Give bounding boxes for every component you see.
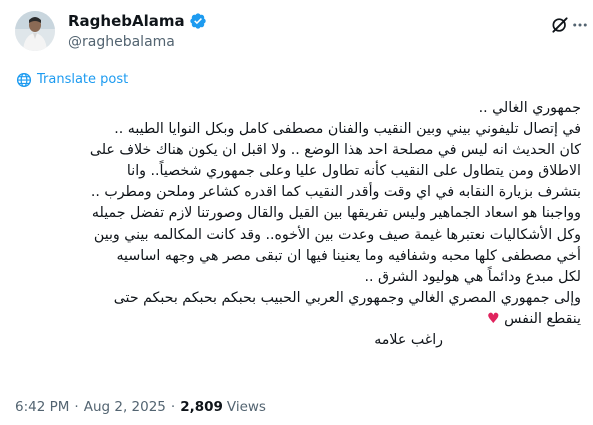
author-handle[interactable]: @raghebalama bbox=[68, 32, 175, 52]
tweet-line: بتشرف بزيارة النقابه في اي وقت وأقدر الن… bbox=[90, 184, 581, 201]
author-display-name[interactable]: RaghebAlama bbox=[68, 11, 185, 31]
post-meta: 6:42 PM · Aug 2, 2025 · 2,809 Views bbox=[15, 397, 266, 417]
tweet-text: جمهوري الغالي .. في إتصال تليفوني بيني و… bbox=[30, 98, 581, 351]
tweet-line: ينقطع النفس bbox=[504, 310, 581, 327]
tweet-line: في إتصال تليفوني بيني وبين النقيب والفنا… bbox=[114, 121, 581, 138]
grok-icon[interactable] bbox=[550, 15, 570, 35]
meta-separator: · bbox=[74, 399, 79, 415]
author-name-row[interactable]: RaghebAlama bbox=[68, 11, 207, 31]
translate-post-label[interactable]: Translate post bbox=[37, 71, 128, 89]
globe-icon bbox=[16, 72, 32, 88]
post-time[interactable]: 6:42 PM bbox=[15, 397, 69, 417]
tweet-line: وواجبنا هو اسعاد الجماهير وليس تفريقها ب… bbox=[91, 205, 581, 222]
tweet-line: وإلى جمهوري المصري الغالي وجمهوري العربي… bbox=[113, 289, 581, 306]
avatar-image bbox=[15, 11, 55, 51]
avatar[interactable] bbox=[15, 11, 55, 51]
meta-separator: · bbox=[170, 399, 176, 415]
tweet-line: لكل مبدع ودائماً هي هوليود الشرق .. bbox=[364, 268, 581, 285]
tweet-line: وكل الأشكاليات نعتبرها غيمة صيف وعدت بين… bbox=[93, 226, 581, 243]
verified-badge-icon bbox=[189, 13, 206, 29]
tweet-line: جمهوري الغالي .. bbox=[478, 100, 581, 116]
more-icon[interactable] bbox=[571, 16, 589, 34]
tweet-line: أخي مصطفى كلها محبه وشفافيه وما يعنينا ف… bbox=[116, 247, 581, 264]
tweet-signature: راغب علامه bbox=[374, 332, 443, 349]
translate-post-link[interactable]: Translate post bbox=[15, 71, 128, 89]
tweet-line: كان الحديث انه ليس في مصلحة احد هذا الوض… bbox=[89, 142, 581, 159]
heart-emoji-icon: ♥ bbox=[486, 310, 500, 327]
views-count: 2,809 bbox=[180, 399, 223, 415]
tweet-line: الاطلاق ومن يتطاول على النقيب كأنه تطاول… bbox=[126, 163, 581, 180]
post-date[interactable]: Aug 2, 2025 bbox=[84, 397, 166, 417]
tweet-line-with-heart: ينقطع النفس ♥ bbox=[30, 309, 581, 330]
views-label: Views bbox=[226, 399, 266, 415]
